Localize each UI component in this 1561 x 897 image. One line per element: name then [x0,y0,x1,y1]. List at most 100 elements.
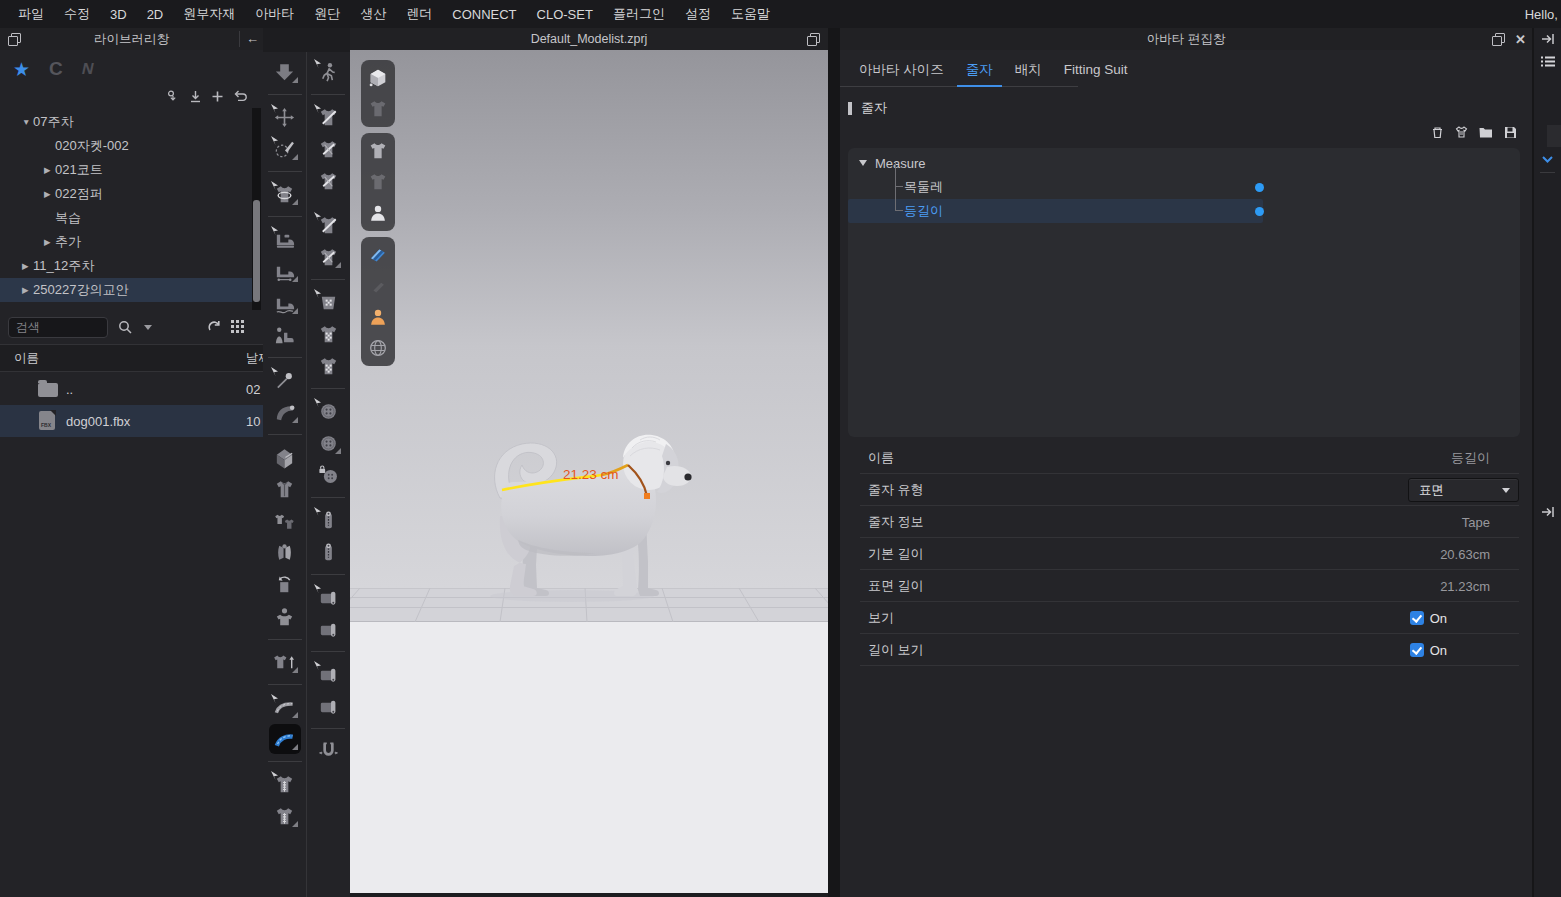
refresh-icon[interactable] [207,320,221,334]
fabric-roll4-tool-icon[interactable] [312,691,344,721]
tack-tool-icon[interactable] [269,397,301,427]
file-list-header[interactable]: 이름 날짜 [0,344,263,372]
save-icon[interactable] [1503,125,1518,140]
library-tree-item[interactable]: 복습 [0,206,253,230]
delete-icon[interactable] [1430,125,1445,140]
add-icon[interactable] [211,90,224,103]
menu-14[interactable]: 도움말 [721,5,780,23]
clo-logo-icon[interactable]: C [49,58,63,80]
close-icon[interactable]: ✕ [1515,32,1526,47]
undo-icon[interactable] [233,90,247,103]
n-logo-icon[interactable]: N [80,60,95,78]
library-tree-item[interactable]: ▶250227강의교안 [0,278,253,302]
library-tree-item[interactable]: ▶11_12주차 [0,254,253,278]
library-tree-item[interactable]: ▶022점퍼 [0,182,253,206]
viewport-3d-scene[interactable]: 21.23 cm [350,50,828,893]
button-lock-tool-icon[interactable] [312,460,344,490]
zipper-tool-icon[interactable] [312,537,344,567]
measure-visible-dot[interactable] [1255,207,1264,216]
collapse-right-icon[interactable] [1534,33,1561,45]
search-filter-icon[interactable] [144,325,152,330]
measure-visible-dot[interactable] [1255,183,1264,192]
menu-12[interactable]: 플러그인 [603,5,675,23]
library-tree-item[interactable]: 020자켓-002 [0,134,253,158]
show-globe-icon[interactable] [365,336,391,360]
checkbox-checked-icon[interactable] [1410,611,1424,625]
tape-type-dropdown[interactable]: 표면 [1408,478,1519,502]
show-sheet-icon[interactable] [365,274,391,298]
chevron-right-icon[interactable]: ▶ [22,261,33,271]
curve-sew-tool-icon[interactable] [269,288,301,318]
texture-shirt2-tool-icon[interactable] [312,351,344,381]
menu-5[interactable]: 원부자재 [173,5,245,23]
library-tree-item[interactable]: ▼07주차 [0,110,253,134]
chevron-right-icon[interactable]: ▶ [22,285,33,295]
menu-11[interactable]: CLO-SET [527,7,603,22]
walk-pose-tool-icon[interactable] [312,57,344,87]
button-place-tool-icon[interactable] [312,396,344,426]
file-row[interactable]: ..02 [0,373,263,405]
show-garment-icon[interactable] [365,139,391,163]
download-icon[interactable] [189,90,202,103]
pattern-cut-tool-icon[interactable] [312,166,344,196]
list-view-icon[interactable] [1534,55,1561,70]
menu-6[interactable]: 아바타 [245,5,304,23]
menu-2[interactable]: 수정 [54,5,100,23]
menu-1[interactable]: 파일 [8,5,54,23]
garment-measure-tool-icon[interactable] [269,769,301,799]
segment-sew-tool-icon[interactable] [269,224,301,254]
view-garment-icon[interactable] [365,97,391,121]
menu-10[interactable]: CONNECT [442,7,526,22]
library-tree-item[interactable]: ▶021코트 [0,158,253,182]
chevron-down-icon[interactable] [859,160,867,166]
pattern-slash-tool-icon[interactable] [312,102,344,132]
menu-9[interactable]: 렌더 [396,5,442,23]
search-input[interactable]: 검색 [8,317,108,338]
zipper-place-tool-icon[interactable] [312,505,344,535]
pattern-dart-tool-icon[interactable] [312,242,344,272]
free-sew-tool-icon[interactable] [269,256,301,286]
chevron-down-icon[interactable]: ▼ [22,117,33,127]
avatar-fit-tool-icon[interactable] [269,602,301,632]
menu-3[interactable]: 3D [100,7,137,22]
wrap-tool-icon[interactable] [269,538,301,568]
show-transfer-icon[interactable] [365,170,391,194]
fold-arrangement-tool-icon[interactable] [269,442,301,472]
float-window-icon[interactable] [807,33,820,46]
pattern-trace-tool-icon[interactable] [312,210,344,240]
library-scrollbar[interactable] [252,108,261,310]
fabric-roll2-tool-icon[interactable] [312,614,344,644]
float-window-icon[interactable] [1492,33,1505,46]
measure-root-row[interactable]: Measure [848,151,1520,175]
sculpt-tool-icon[interactable] [269,134,301,164]
tab-3[interactable]: 배치 [1004,56,1053,87]
view-3d-icon[interactable] [365,66,391,90]
drape-tool-icon[interactable] [269,179,301,209]
pin-tool-icon[interactable] [269,365,301,395]
file-row[interactable]: dog001.fbx10 [0,405,263,437]
chevron-right-icon[interactable]: ▶ [44,237,55,247]
date-column-header[interactable]: 날짜 [246,350,263,367]
name-column-header[interactable]: 이름 [14,350,39,367]
menu-7[interactable]: 원단 [304,5,350,23]
button-tool-icon[interactable] [312,428,344,458]
chevron-right-icon[interactable]: ▶ [44,165,55,175]
show-fabric-icon[interactable] [365,243,391,267]
garment-measure-edit-tool-icon[interactable] [269,801,301,831]
sync-gear-icon[interactable] [167,90,180,103]
grid-view-icon[interactable] [231,320,245,334]
tape-measure-tool-icon[interactable] [269,724,301,754]
avatar-preset-icon[interactable] [1454,125,1469,140]
checkbox-checked-icon[interactable] [1410,643,1424,657]
menu-13[interactable]: 설정 [675,5,721,23]
download-tool-icon[interactable] [269,57,301,87]
menu-8[interactable]: 생산 [350,5,396,23]
measure-curve-tool-icon[interactable] [269,692,301,722]
sewing-manager-tool-icon[interactable] [269,320,301,350]
library-tree-item[interactable]: ▶추가 [0,230,253,254]
menu-4[interactable]: 2D [137,7,174,22]
tab-4[interactable]: Fitting Suit [1053,56,1139,87]
chevron-down-icon[interactable] [1542,156,1553,163]
open-folder-icon[interactable] [1478,125,1494,140]
search-icon[interactable] [118,320,132,334]
